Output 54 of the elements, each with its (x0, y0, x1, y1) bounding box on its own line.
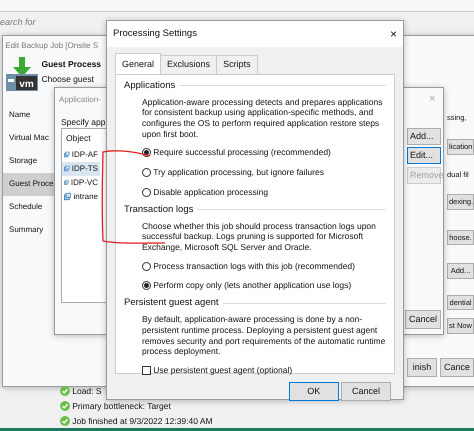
instruction-text: Specify app (61, 116, 106, 129)
section-heading: Applications (124, 78, 176, 92)
cancel-button[interactable]: Cancel (405, 310, 441, 329)
checkbox[interactable] (142, 366, 151, 375)
page-heading: Guest Process (42, 58, 102, 71)
wizard-step[interactable]: Storage (3, 150, 55, 173)
tab[interactable]: Scripts (216, 55, 258, 74)
wizard-step[interactable]: Summary (3, 219, 55, 242)
close-icon[interactable]: × (390, 25, 397, 43)
wizard-step[interactable]: Name (3, 104, 55, 127)
search-field[interactable]: earch for (0, 16, 120, 30)
success-check-icon (60, 416, 70, 426)
success-check-icon (60, 401, 70, 412)
tab[interactable]: General (115, 53, 162, 74)
radio-button[interactable] (142, 188, 151, 197)
section-heading: Transaction logs (124, 202, 194, 216)
wizard-button[interactable]: Cance (440, 358, 474, 377)
description-text: Application-aware processing detects and prepares applications for consistent backup using application-specific methods, and configures the OS to perform required application restore steps upon first boot. (141, 96, 384, 140)
list-row[interactable]: IDP-VC (62, 176, 100, 190)
log-line: Load: S (72, 385, 102, 398)
window-title: Application- (59, 94, 101, 106)
dialog-title: Processing Settings (113, 26, 197, 41)
list-row[interactable]: intrane (62, 190, 100, 204)
server-name: IDP-TS (72, 162, 98, 175)
wizard-step[interactable]: Schedule (3, 196, 55, 219)
list-row[interactable]: IDP-TS (62, 162, 100, 176)
wizard-button[interactable]: inish (407, 358, 437, 377)
radio-button[interactable] (142, 168, 151, 177)
wizard-step[interactable]: Guest Proce (3, 173, 55, 196)
dialog-button[interactable]: Cancel (341, 382, 391, 400)
option-label: Try application processing, but ignore failures (153, 166, 324, 179)
server-name: IDP-VC (70, 176, 98, 189)
window-title: Edit Backup Job [Onsite S (4, 40, 100, 52)
section-heading: Persistent guest agent (124, 296, 219, 310)
page-subheading: Choose guest (42, 72, 95, 86)
option-label: Use persistent guest agent (optional) (153, 364, 292, 377)
wizard-step[interactable]: Virtual Mac (3, 127, 55, 150)
list-button[interactable]: Edit... (407, 147, 441, 164)
server-name: IDP-AF (72, 148, 98, 161)
radio-button[interactable] (142, 281, 151, 290)
list-button[interactable]: Add... (407, 128, 441, 145)
description-text: By default, application-aware processing is done by a non-persistent runtime process. Deploying a persistent guest agent removes security and port requirements of the automatic runtime process deployment. (141, 314, 386, 357)
server-name: intrane (74, 190, 98, 203)
option-label: Process transaction logs with this job (recommended) (153, 260, 355, 272)
description-text: Choose whether this job should process transaction logs upon successful backup. Logs pruning is supported for Microsoft Exchange, Microsoft SQL Server and Oracle. (141, 220, 377, 253)
log-line: Primary bottleneck: Target (72, 400, 171, 412)
option-label: Require successful processing (recommended) (153, 146, 331, 159)
list-row[interactable]: IDP-AF (62, 148, 100, 162)
log-line: Job finished at 9/3/2022 12:39:40 AM (72, 414, 213, 428)
option-label: Disable application processing (153, 186, 268, 198)
radio-button[interactable] (142, 262, 151, 270)
dialog-button[interactable]: OK (288, 382, 339, 400)
column-header: Object (66, 132, 91, 145)
option-label: Perform copy only (lets another application use logs) (153, 279, 352, 292)
